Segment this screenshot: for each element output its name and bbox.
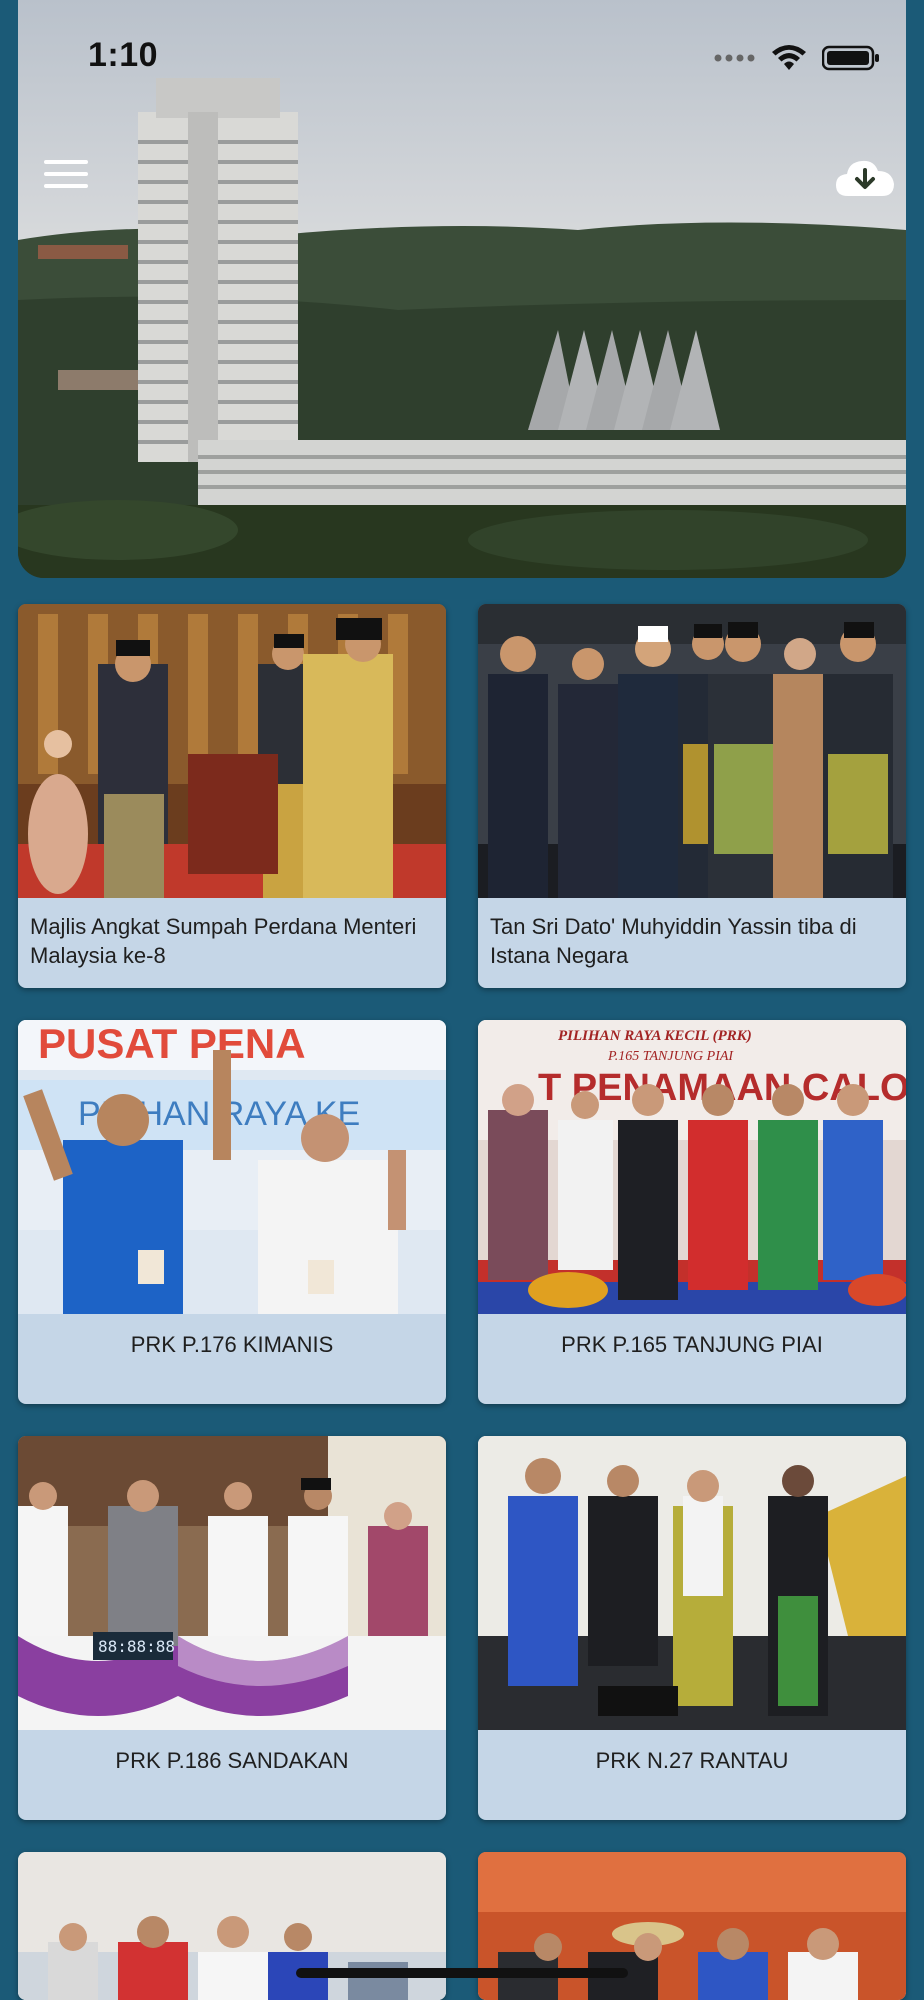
card-caption: Tan Sri Dato' Muhyiddin Yassin tiba di I… <box>490 914 857 968</box>
status-icons <box>714 44 880 72</box>
card-prk-rantau[interactable]: PRK N.27 RANTAU <box>478 1436 906 1820</box>
status-bar: 1:10 <box>18 0 906 120</box>
card-image: 88:88:88 <box>18 1436 446 1730</box>
card-caption: PRK P.186 SANDAKAN <box>115 1748 349 1773</box>
header-hero: 1:10 <box>18 0 906 578</box>
hamburger-menu-icon[interactable] <box>44 160 88 194</box>
banner-text: PUSAT PENA <box>38 1020 306 1067</box>
card-prk-kimanis[interactable]: PUSAT PENA PILIHAN RAYA KE PRK P.176 KIM… <box>18 1020 446 1404</box>
clock-display: 88:88:88 <box>98 1637 175 1656</box>
card-image: PUSAT PENA PILIHAN RAYA KE <box>18 1020 446 1314</box>
card-image <box>478 604 906 898</box>
card-image: PILIHAN RAYA KECIL (PRK) P.165 TANJUNG P… <box>478 1020 906 1314</box>
card-muhyiddin-tiba[interactable]: Tan Sri Dato' Muhyiddin Yassin tiba di I… <box>478 604 906 988</box>
home-indicator <box>296 1968 628 1978</box>
signal-icon <box>714 54 755 62</box>
banner-text: PILIHAN RAYA KECIL (PRK) <box>558 1028 752 1044</box>
card-caption: PRK P.176 KIMANIS <box>130 1332 334 1357</box>
battery-icon <box>822 45 879 71</box>
status-time: 1:10 <box>88 36 159 74</box>
card-caption: PRK P.165 TANJUNG PIAI <box>561 1332 823 1357</box>
card-prk-sandakan[interactable]: 88:88:88 PRK P.186 SANDAKAN <box>18 1436 446 1820</box>
wifi-icon <box>772 45 806 70</box>
banner-subtext: P.165 TANJUNG PIAI <box>607 1049 734 1064</box>
card-caption: Majlis Angkat Sumpah Perdana Menteri Mal… <box>30 914 417 968</box>
cloud-download-icon[interactable] <box>834 156 896 202</box>
card-angkat-sumpah[interactable]: Majlis Angkat Sumpah Perdana Menteri Mal… <box>18 604 446 988</box>
card-image <box>18 604 446 898</box>
card-caption: PRK N.27 RANTAU <box>595 1748 789 1773</box>
card-prk-tanjung-piai[interactable]: PILIHAN RAYA KECIL (PRK) P.165 TANJUNG P… <box>478 1020 906 1404</box>
card-image <box>478 1436 906 1730</box>
